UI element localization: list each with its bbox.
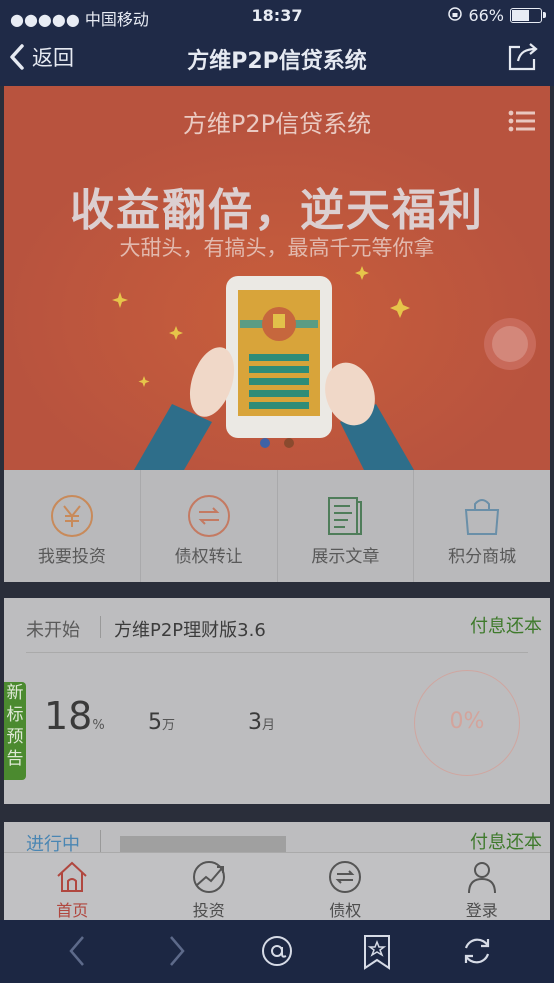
quick-item-label: 展示文章 [311, 547, 380, 567]
quick-item-transfer[interactable]: 债权转让 [141, 470, 278, 582]
tab-invest[interactable]: 投资 [141, 853, 278, 921]
browser-bookmark-button[interactable] [362, 934, 392, 974]
browser-back-button[interactable] [66, 934, 88, 972]
quick-menu: 我要投资 债权转让 展示文章 积分商城 [4, 470, 550, 582]
rate-unit: % [92, 718, 105, 733]
loan-name-obscured [120, 836, 286, 852]
tab-bar: 首页 投资 债权 登录 [4, 852, 550, 921]
bookmark-star-icon [364, 935, 390, 970]
tab-label: 登录 [465, 901, 498, 920]
tab-login[interactable]: 登录 [414, 853, 551, 921]
battery-percent: 66% [468, 6, 504, 25]
repay-type: 付息还本 [470, 832, 542, 852]
carousel-dots[interactable] [260, 438, 294, 448]
carousel-dot[interactable] [260, 438, 270, 448]
loan-name: 方维P2P理财版3.6 [114, 620, 266, 641]
divider [100, 830, 101, 852]
rate-value: 18 [44, 694, 93, 738]
tab-label: 首页 [56, 901, 89, 920]
shopping-bag-icon [465, 499, 500, 535]
divider [26, 652, 528, 653]
amount-unit: 万 [162, 718, 176, 733]
quick-item-label: 债权转让 [174, 547, 243, 567]
term-value: 3 [248, 710, 262, 735]
yuan-coin-icon [50, 495, 93, 537]
interest-rate: 18% [44, 694, 105, 738]
status-bar: ●●●●● 中国移动 18:37 66% [0, 0, 554, 30]
loan-amount: 5万 [148, 710, 175, 735]
browser-forward-button[interactable] [166, 934, 188, 972]
browser-toolbar [0, 920, 554, 983]
term-unit: 月 [262, 718, 276, 733]
banner-headline: 收益翻倍，逆天福利 [70, 185, 484, 236]
progress-value: 0% [449, 709, 485, 734]
quick-item-points-mall[interactable]: 积分商城 [414, 470, 550, 582]
page-title: 方维P2P信贷系统 [187, 49, 367, 74]
loan-status: 未开始 [26, 620, 80, 641]
repay-type: 付息还本 [470, 616, 542, 637]
menu-icon [508, 110, 535, 132]
chevron-right-icon [170, 936, 185, 966]
amount-value: 5 [148, 710, 162, 735]
loan-status: 进行中 [26, 834, 80, 852]
tab-home[interactable]: 首页 [4, 853, 141, 921]
quick-item-invest[interactable]: 我要投资 [4, 470, 141, 582]
nav-bar: 返回 方维P2P信贷系统 [0, 30, 554, 86]
chevron-left-icon [69, 936, 84, 966]
menu-button[interactable] [508, 110, 536, 136]
tab-label: 投资 [192, 901, 225, 920]
loan-card[interactable]: 未开始 方维P2P理财版3.6 付息还本 18% 5万 3月 0% [4, 598, 550, 804]
status-right: 66% [448, 6, 546, 25]
at-sign-icon [262, 936, 292, 966]
article-icon [328, 497, 363, 535]
banner-illustration [4, 86, 550, 470]
tab-label: 债权 [329, 901, 362, 920]
quick-item-articles[interactable]: 展示文章 [278, 470, 415, 582]
battery-icon [510, 8, 546, 23]
refresh-icon [464, 938, 490, 964]
tab-debt[interactable]: 债权 [277, 853, 414, 921]
share-icon [508, 43, 538, 71]
invest-chart-icon [192, 861, 225, 893]
transfer-icon [187, 495, 230, 537]
lock-rotation-icon [448, 6, 463, 25]
quick-item-label: 我要投资 [37, 547, 106, 567]
share-button[interactable] [506, 41, 540, 77]
banner-site-title: 方维P2P信贷系统 [182, 110, 372, 138]
progress-ring: 0% [414, 670, 520, 776]
browser-refresh-button[interactable] [460, 934, 494, 972]
promo-banner[interactable]: 方维P2P信贷系统 收益翻倍，逆天福利 大甜头，有搞头，最高千元等你拿 [4, 86, 550, 470]
banner-subline: 大甜头，有搞头，最高千元等你拿 [119, 236, 435, 260]
transfer-icon [329, 861, 362, 893]
user-icon [467, 862, 496, 894]
home-icon [57, 861, 87, 892]
browser-share-button[interactable] [260, 934, 294, 972]
carousel-dot[interactable] [284, 438, 294, 448]
loan-term: 3月 [248, 710, 275, 735]
new-loan-tag: 新标预告 [4, 682, 26, 780]
quick-item-label: 积分商城 [448, 547, 517, 567]
divider [100, 616, 101, 638]
loan-card[interactable]: 进行中 付息还本 [4, 822, 550, 852]
